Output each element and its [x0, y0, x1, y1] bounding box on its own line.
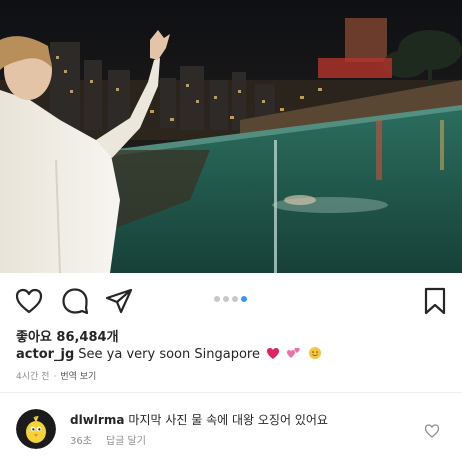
comment-time: 36초 — [70, 436, 92, 447]
comment-username[interactable]: dlwlrma — [70, 413, 124, 427]
comment-meta: 36초 답글 달기 — [70, 432, 146, 447]
comment-icon[interactable] — [60, 286, 90, 316]
red-heart-emoji-icon — [267, 348, 280, 359]
carousel-dot — [232, 296, 238, 302]
comment-body: dlwlrma 마지막 사진 물 속에 대왕 오징어 있어요 — [70, 411, 328, 428]
carousel-dot-active — [241, 296, 247, 302]
carousel-dot — [223, 296, 229, 302]
post-photo[interactable] — [0, 0, 462, 273]
post-time: 4시간 전 — [16, 372, 50, 382]
post-caption: actor_jg See ya very soon Singapore — [16, 346, 322, 362]
bookmark-icon[interactable] — [420, 286, 450, 316]
comment-avatar[interactable] — [16, 409, 56, 449]
caption-text: See ya very soon Singapore — [78, 347, 260, 362]
heart-icon[interactable] — [14, 286, 44, 316]
meta-separator: · — [53, 372, 57, 382]
post-meta: 4시간 전 · 번역 보기 — [16, 369, 96, 382]
translate-link[interactable]: 번역 보기 — [60, 372, 96, 382]
smiling-face-emoji-icon — [309, 347, 322, 359]
two-hearts-emoji-icon — [287, 347, 300, 358]
carousel-indicator — [214, 296, 254, 304]
carousel-dot — [214, 296, 220, 302]
divider — [0, 392, 462, 393]
caption-username[interactable]: actor_jg — [16, 347, 74, 362]
reply-button[interactable]: 답글 달기 — [106, 436, 146, 447]
likes-count[interactable]: 좋아요 86,484개 — [16, 326, 119, 345]
comment-like-heart-icon[interactable] — [424, 423, 440, 439]
comment-text: 마지막 사진 물 속에 대왕 오징어 있어요 — [128, 413, 328, 427]
share-icon[interactable] — [104, 286, 134, 316]
